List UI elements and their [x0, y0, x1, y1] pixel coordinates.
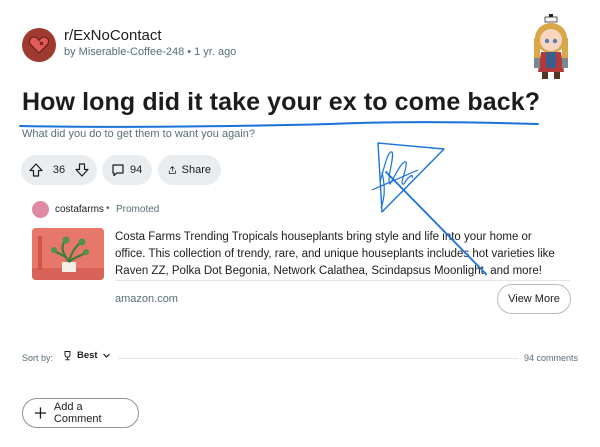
plus-icon	[34, 407, 47, 419]
advertiser-name[interactable]: costafarms	[55, 204, 104, 215]
advertiser-avatar[interactable]	[32, 201, 49, 218]
post-byline: by Miserable-Coffee-248 • 1 yr. ago	[64, 46, 236, 58]
separator-dot: •	[187, 46, 192, 58]
signature-scribble	[371, 151, 419, 191]
annotation-overlay	[19, 121, 539, 275]
post-title: How long did it take your ex to come bac…	[22, 88, 541, 116]
divider	[115, 280, 570, 281]
heart-icon	[29, 36, 49, 54]
ad-text[interactable]: Costa Farms Trending Tropicals houseplan…	[115, 229, 560, 280]
user-avatar[interactable]	[522, 14, 580, 80]
comment-icon	[112, 164, 124, 177]
ad-domain[interactable]: amazon.com	[115, 293, 178, 305]
vote-control: 36	[21, 155, 97, 185]
sort-dropdown[interactable]: Best	[62, 350, 111, 361]
downvote-icon[interactable]	[75, 163, 89, 177]
post-age: 1 yr. ago	[194, 46, 237, 58]
comments-button[interactable]: 94	[102, 155, 152, 185]
triangle-scribble	[377, 142, 445, 213]
comment-count: 94	[130, 164, 143, 176]
share-icon	[168, 166, 176, 174]
subreddit-avatar[interactable]	[22, 28, 56, 62]
sort-label: Sort by:	[22, 353, 54, 363]
share-label: Share	[181, 164, 211, 176]
vote-count: 36	[52, 164, 66, 176]
add-comment-label: Add a Comment	[53, 401, 102, 425]
total-comments: 94 comments	[524, 353, 579, 363]
trophy-icon	[64, 351, 71, 361]
subreddit-name[interactable]: r/ExNoContact	[64, 27, 162, 44]
upvote-icon[interactable]	[29, 163, 43, 177]
sort-value: Best	[77, 350, 98, 361]
separator-dot: •	[106, 203, 110, 214]
share-button[interactable]: Share	[158, 155, 221, 185]
promoted-label: Promoted	[116, 204, 160, 215]
underline-scribble	[19, 121, 539, 128]
chevron-down-icon	[102, 353, 110, 358]
author-name[interactable]: by Miserable-Coffee-248	[64, 46, 184, 58]
view-more-button[interactable]: View More	[497, 284, 571, 314]
add-comment-button[interactable]: Add a Comment	[22, 398, 139, 428]
post-body: What did you do to get them to want you …	[22, 128, 255, 140]
triangle-scribble-edge	[380, 171, 385, 209]
ad-image[interactable]	[32, 228, 104, 280]
divider	[118, 358, 518, 359]
houseplant-image	[32, 228, 104, 280]
